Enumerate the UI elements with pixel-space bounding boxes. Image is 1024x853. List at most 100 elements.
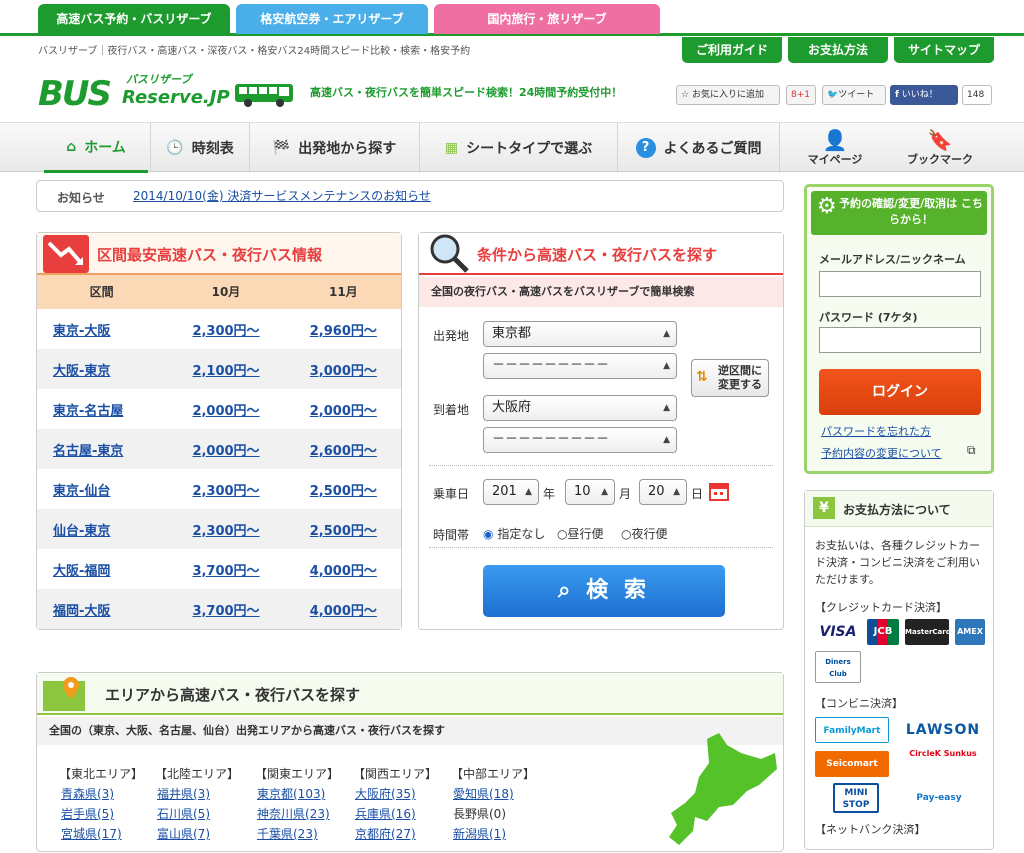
tab-tabi-reserve[interactable]: 国内旅行・旅リザーブ	[434, 4, 660, 34]
nav-faq-label: よくあるご質問	[663, 141, 762, 157]
prefecture-link[interactable]: 宮城県(17)	[61, 827, 122, 841]
sitemap-button[interactable]: サイトマップ	[894, 37, 994, 63]
fare-nov-link[interactable]: 2,000円～	[310, 404, 377, 419]
time-option-night[interactable]: ○夜行便	[621, 525, 668, 542]
hokkaido-map-icon	[669, 733, 777, 845]
arrival-prefecture-select[interactable]: 大阪府 ▲	[483, 395, 677, 421]
forgot-password-link[interactable]: パスワードを忘れた方	[821, 423, 931, 439]
year-select[interactable]: 201 ▲	[483, 479, 539, 505]
search-button[interactable]: ⌕ 検 索	[483, 565, 725, 617]
facebook-like-button[interactable]: f いいね！	[890, 85, 958, 105]
nav-timetable[interactable]: 🕒 時刻表	[150, 123, 250, 173]
gplus-button[interactable]: 8+1	[786, 85, 816, 105]
password-input[interactable]	[819, 327, 981, 353]
fare-cell: 名古屋-東京	[37, 440, 166, 459]
booking-change-link[interactable]: 予約内容の変更について	[821, 445, 942, 461]
fare-route-link[interactable]: 東京-仙台	[53, 484, 110, 499]
nav-bookmark[interactable]: 🔖 ブックマーク	[890, 123, 990, 173]
login-button[interactable]: ログイン	[819, 369, 981, 415]
fare-oct-link[interactable]: 3,700円～	[192, 564, 259, 579]
radio-icon: ○	[557, 527, 568, 541]
fare-route-link[interactable]: 仙台-東京	[53, 524, 110, 539]
prefecture-link[interactable]: 京都府(27)	[355, 827, 416, 841]
prefecture-link[interactable]: 福井県(3)	[157, 787, 210, 801]
prefecture-link[interactable]: 富山県(7)	[157, 827, 210, 841]
lawson-logo: LAWSON	[905, 722, 981, 738]
nav-mypage[interactable]: 👤 マイページ	[790, 123, 880, 173]
fare-route-link[interactable]: 大阪-東京	[53, 364, 110, 379]
fare-oct-link[interactable]: 2,300円～	[192, 324, 259, 339]
add-favorite-button[interactable]: ☆ お気に入りに追加	[676, 85, 780, 105]
fare-cell: 2,500円～	[286, 520, 401, 539]
fare-nov-link[interactable]: 2,500円～	[310, 484, 377, 499]
fare-oct-link[interactable]: 2,000円～	[192, 404, 259, 419]
site-logo[interactable]: BUS バスリザーブ Reserve.JP	[38, 70, 298, 114]
fare-oct-link[interactable]: 2,100円～	[192, 364, 259, 379]
fare-oct-link[interactable]: 3,700円～	[192, 604, 259, 619]
prefecture-link[interactable]: 新潟県(1)	[453, 827, 506, 841]
map-pin-icon	[43, 677, 85, 711]
fare-route-link[interactable]: 福岡-大阪	[53, 604, 110, 619]
nav-seat-type[interactable]: ▦ シートタイプで選ぶ	[420, 123, 618, 173]
fare-nov-link[interactable]: 2,600円～	[310, 444, 377, 459]
fare-nov-link[interactable]: 4,000円～	[310, 604, 377, 619]
departure-prefecture-select[interactable]: 東京都 ▲	[483, 321, 677, 347]
fare-route-link[interactable]: 東京-大阪	[53, 324, 110, 339]
gear-icon: ⚙	[817, 194, 837, 219]
prefecture-link[interactable]: 兵庫県(16)	[355, 807, 416, 821]
month-select[interactable]: 10 ▲	[565, 479, 615, 505]
nav-faq[interactable]: ? よくあるご質問	[618, 123, 780, 173]
payment-method-button[interactable]: お支払方法	[788, 37, 888, 63]
fare-route-link[interactable]: 東京-名古屋	[53, 404, 123, 419]
time-option-day[interactable]: ○昼行便	[557, 525, 604, 542]
nav-departure[interactable]: 🏁 出発地から探す	[250, 123, 420, 173]
fare-nov-link[interactable]: 3,000円～	[310, 364, 377, 379]
fare-nov-link[interactable]: 2,500円～	[310, 524, 377, 539]
fare-oct-link[interactable]: 2,300円～	[192, 524, 259, 539]
conv-label: 【コンビニ決済】	[815, 697, 903, 710]
fare-cell: 2,960円～	[286, 320, 401, 339]
prefecture-link[interactable]: 千葉県(23)	[257, 827, 318, 841]
fare-row: 大阪-福岡 3,700円～ 4,000円～	[37, 549, 401, 589]
arrival-stop-select[interactable]: －－－－－－－－－ ▲	[483, 427, 677, 453]
news-link[interactable]: 2014/10/10(金) 決済サービスメンテナンスのお知らせ	[133, 187, 431, 204]
fare-route-link[interactable]: 大阪-福岡	[53, 564, 110, 579]
prefecture-link[interactable]: 青森県(3)	[61, 787, 114, 801]
fare-oct-link[interactable]: 2,000円～	[192, 444, 259, 459]
time-option-none[interactable]: ◉ 指定なし	[483, 525, 545, 542]
fare-row: 大阪-東京 2,100円～ 3,000円～	[37, 349, 401, 389]
select-arrow-icon: ▲	[663, 403, 670, 413]
nav-home[interactable]: ⌂ ホーム	[44, 123, 148, 173]
calendar-icon[interactable]	[709, 481, 729, 501]
fare-route-link[interactable]: 名古屋-東京	[53, 444, 123, 459]
tab-bus-reserve[interactable]: 高速バス予約・バスリザーブ	[38, 4, 230, 34]
prefecture-link[interactable]: 大阪府(35)	[355, 787, 416, 801]
fare-cell: 東京-大阪	[37, 320, 166, 339]
prefecture-link[interactable]: 神奈川県(23)	[257, 807, 330, 821]
guide-button[interactable]: ご利用ガイド	[682, 37, 782, 63]
news-label: お知らせ	[57, 191, 105, 205]
tweet-button[interactable]: 🐦ツイート	[822, 85, 886, 105]
tab-air-reserve[interactable]: 格安航空券・エアリザーブ	[236, 4, 428, 34]
prefecture-link[interactable]: 愛知県(18)	[453, 787, 514, 801]
day-select[interactable]: 20 ▲	[639, 479, 687, 505]
col-route: 区間	[89, 285, 114, 299]
question-icon: ?	[635, 138, 656, 158]
tagline: 高速バス・夜行バスを簡単スピード検索！24時間予約受付中！	[310, 86, 623, 99]
fare-nov-link[interactable]: 4,000円～	[310, 564, 377, 579]
swap-route-button[interactable]: ⇅ 逆区間に変更する	[691, 359, 769, 397]
search-button-label: 検 索	[586, 578, 650, 603]
mastercard-logo: MasterCard	[905, 619, 951, 645]
yen-icon: ¥	[813, 497, 835, 519]
fare-oct-link[interactable]: 2,300円～	[192, 484, 259, 499]
nav-mypage-label: マイページ	[807, 153, 863, 166]
like-label: いいね！	[901, 90, 938, 100]
email-input[interactable]	[819, 271, 981, 297]
fare-nov-link[interactable]: 2,960円～	[310, 324, 377, 339]
prefecture-link[interactable]: 石川県(5)	[157, 807, 210, 821]
prefecture-item: 福井県(3)	[157, 785, 210, 802]
departure-stop-select[interactable]: －－－－－－－－－ ▲	[483, 353, 677, 379]
radio-checked-icon: ◉	[483, 527, 494, 541]
prefecture-link[interactable]: 岩手県(5)	[61, 807, 114, 821]
prefecture-link[interactable]: 東京都(103)	[257, 787, 325, 801]
